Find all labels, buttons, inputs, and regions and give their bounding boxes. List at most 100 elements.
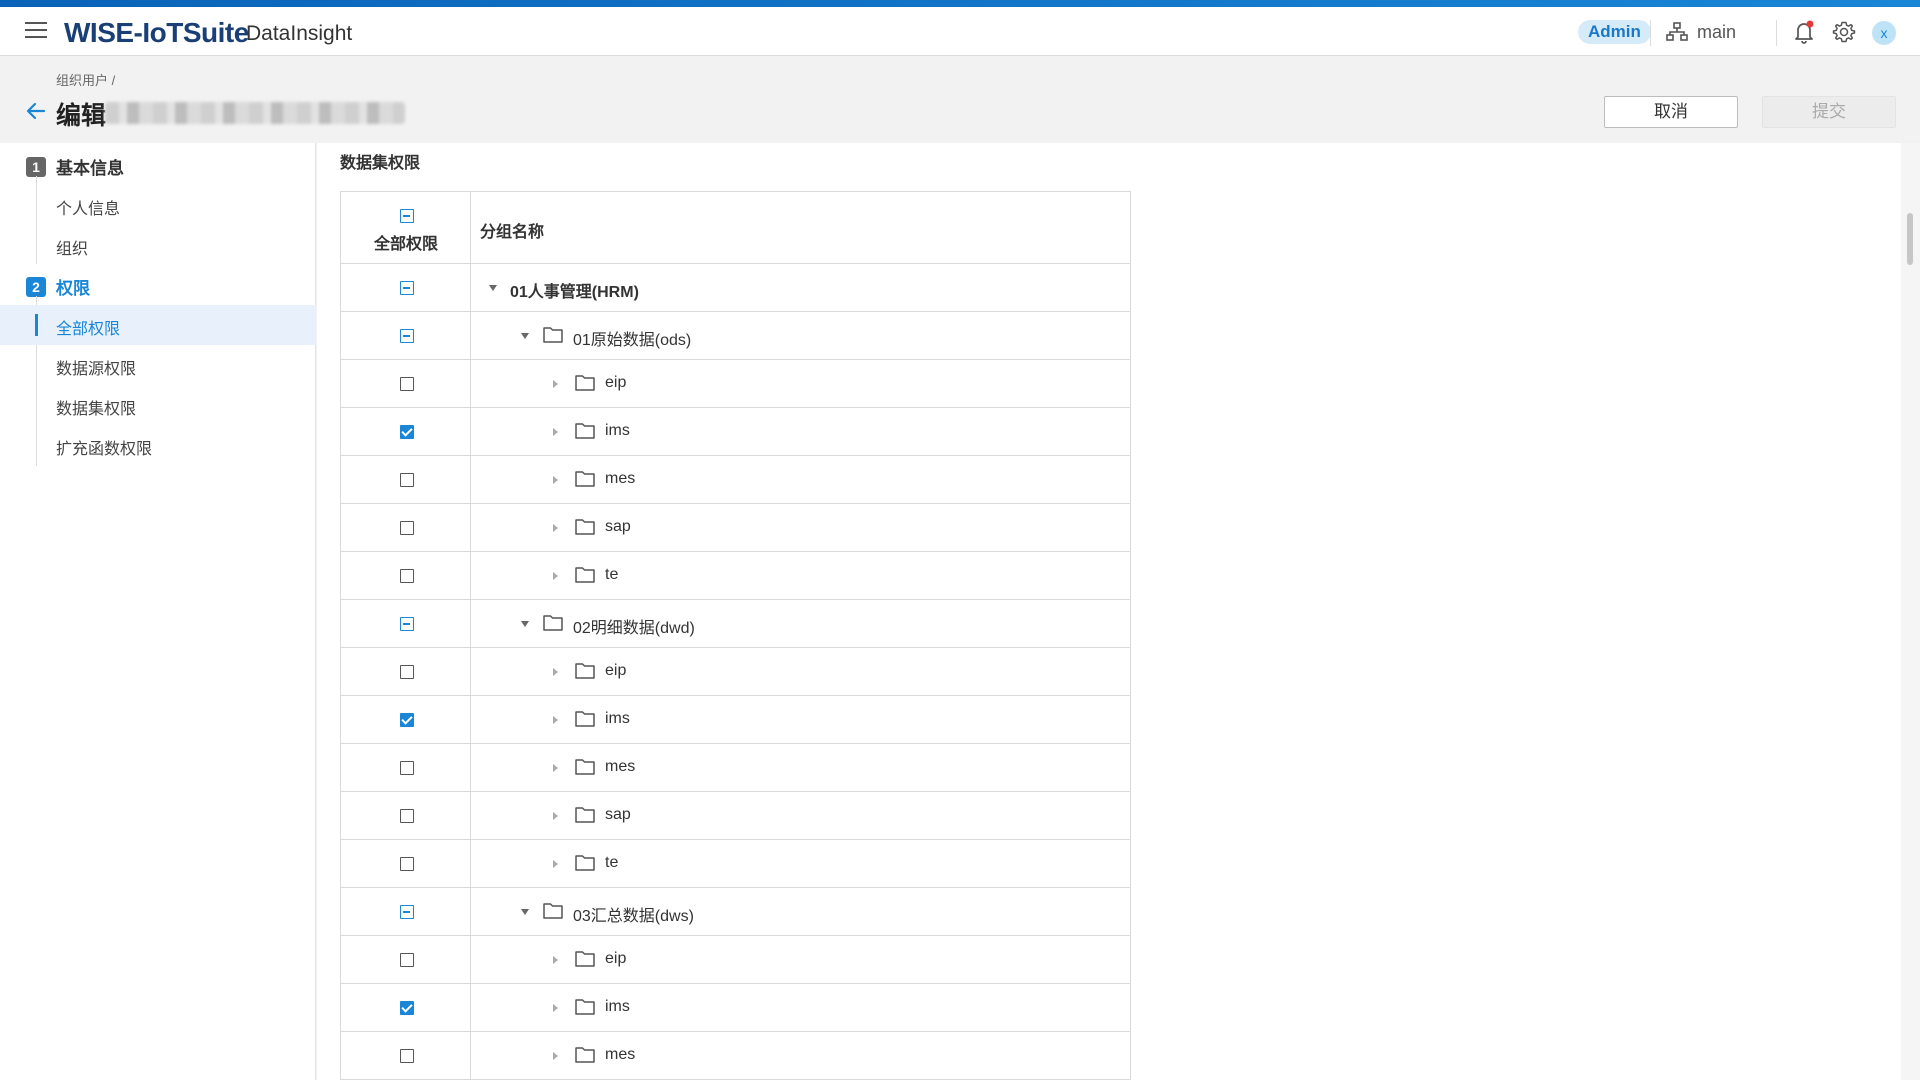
table-row[interactable]: 03汇总数据(dws) [341, 888, 1130, 936]
permission-cell [341, 456, 471, 503]
step-connector [36, 176, 37, 264]
table-row[interactable]: sap [341, 504, 1130, 552]
table-row[interactable]: sap [341, 792, 1130, 840]
step-basic-info[interactable]: 1 基本信息 [26, 154, 124, 179]
sidebar-item-all-permissions[interactable]: 全部权限 [56, 315, 120, 339]
user-avatar[interactable]: x [1872, 21, 1896, 45]
permission-checkbox[interactable] [400, 809, 414, 823]
caret-right-icon[interactable] [553, 380, 558, 388]
permission-checkbox[interactable] [400, 857, 414, 871]
table-row[interactable]: eip [341, 936, 1130, 984]
table-row[interactable]: eip [341, 360, 1130, 408]
caret-right-icon[interactable] [553, 716, 558, 724]
permission-checkbox[interactable] [400, 953, 414, 967]
permission-checkbox[interactable] [400, 521, 414, 535]
caret-right-icon[interactable] [553, 476, 558, 484]
permission-cell [341, 744, 471, 791]
table-row[interactable]: ims [341, 696, 1130, 744]
permission-cell [341, 360, 471, 407]
caret-right-icon[interactable] [553, 812, 558, 820]
table-row[interactable]: ims [341, 408, 1130, 456]
caret-down-icon[interactable] [521, 621, 529, 627]
folder-icon [575, 422, 595, 439]
header-all-cell: 全部权限 [341, 192, 471, 263]
breadcrumb[interactable]: 组织用户 / [56, 70, 115, 89]
redacted-user-name [105, 102, 405, 124]
table-row[interactable]: 01原始数据(ods) [341, 312, 1130, 360]
submit-button[interactable]: 提交 [1762, 96, 1896, 128]
cancel-button[interactable]: 取消 [1604, 96, 1738, 128]
permission-checkbox[interactable] [400, 473, 414, 487]
permission-cell [341, 264, 471, 311]
table-row[interactable]: mes [341, 1032, 1130, 1080]
sidebar-item-organization[interactable]: 组织 [56, 235, 88, 259]
table-row[interactable]: te [341, 840, 1130, 888]
column-header-all-permissions: 全部权限 [373, 236, 438, 253]
app-logo: WISE-IoTSuite [64, 17, 249, 48]
caret-right-icon[interactable] [553, 1052, 558, 1060]
table-row[interactable]: ims [341, 984, 1130, 1032]
caret-right-icon[interactable] [553, 524, 558, 532]
group-name-cell: eip [471, 360, 1130, 407]
caret-down-icon[interactable] [521, 333, 529, 339]
permission-checkbox[interactable] [400, 665, 414, 679]
org-tree-icon[interactable] [1666, 22, 1688, 42]
sidebar-item-personal-info[interactable]: 个人信息 [56, 195, 120, 219]
table-row[interactable]: eip [341, 648, 1130, 696]
menu-icon[interactable] [25, 22, 47, 40]
caret-right-icon[interactable] [553, 572, 558, 580]
caret-down-icon[interactable] [489, 285, 497, 291]
table-row[interactable]: 01人事管理(HRM) [341, 264, 1130, 312]
header-divider [1650, 20, 1651, 46]
org-name[interactable]: main [1697, 22, 1736, 43]
folder-icon [575, 518, 595, 535]
folder-icon [575, 374, 595, 391]
caret-right-icon[interactable] [553, 860, 558, 868]
group-label: sap [605, 806, 631, 823]
group-name-cell: sap [471, 504, 1130, 551]
table-row[interactable]: mes [341, 744, 1130, 792]
group-label: te [605, 854, 619, 871]
table-row[interactable]: 02明细数据(dwd) [341, 600, 1130, 648]
sidebar-item-datasource-permissions[interactable]: 数据源权限 [56, 355, 136, 379]
caret-right-icon[interactable] [553, 764, 558, 772]
permission-checkbox[interactable] [400, 569, 414, 583]
caret-down-icon[interactable] [521, 909, 529, 915]
scrollbar-thumb[interactable] [1907, 213, 1913, 265]
permissions-table: 全部权限 分组名称 01人事管理(HRM) 01原始数据(ods) eip ims me… [340, 191, 1131, 1080]
permission-checkbox[interactable] [400, 425, 414, 439]
permission-cell [341, 936, 471, 983]
sidebar-item-extension-function-permissions[interactable]: 扩充函数权限 [56, 435, 152, 459]
bell-icon[interactable] [1792, 19, 1816, 45]
permission-checkbox[interactable] [400, 905, 414, 919]
caret-right-icon[interactable] [553, 956, 558, 964]
sidebar-active-highlight [0, 305, 316, 345]
table-row[interactable]: te [341, 552, 1130, 600]
app-header: WISE-IoTSuite DataInsight Admin main x [0, 7, 1920, 56]
permission-checkbox[interactable] [400, 329, 414, 343]
caret-right-icon[interactable] [553, 1004, 558, 1012]
permission-cell [341, 1032, 471, 1079]
permission-checkbox[interactable] [400, 713, 414, 727]
permission-checkbox[interactable] [400, 377, 414, 391]
caret-right-icon[interactable] [553, 668, 558, 676]
permission-checkbox[interactable] [400, 617, 414, 631]
select-all-checkbox[interactable] [400, 209, 414, 223]
group-label: mes [605, 1046, 636, 1063]
top-accent-bar [0, 0, 1920, 7]
product-name: DataInsight [246, 22, 353, 45]
permission-checkbox[interactable] [400, 1049, 414, 1063]
table-row[interactable]: mes [341, 456, 1130, 504]
permission-checkbox[interactable] [400, 281, 414, 295]
permission-checkbox[interactable] [400, 1001, 414, 1015]
group-name-cell: mes [471, 456, 1130, 503]
caret-right-icon[interactable] [553, 428, 558, 436]
back-arrow-icon[interactable] [24, 99, 48, 123]
permission-cell [341, 888, 471, 935]
group-name-cell: eip [471, 936, 1130, 983]
sidebar-item-dataset-permissions[interactable]: 数据集权限 [56, 395, 136, 419]
group-label: ims [605, 422, 630, 439]
gear-icon[interactable] [1832, 20, 1856, 44]
page-scrollbar[interactable] [1901, 143, 1920, 1080]
permission-checkbox[interactable] [400, 761, 414, 775]
